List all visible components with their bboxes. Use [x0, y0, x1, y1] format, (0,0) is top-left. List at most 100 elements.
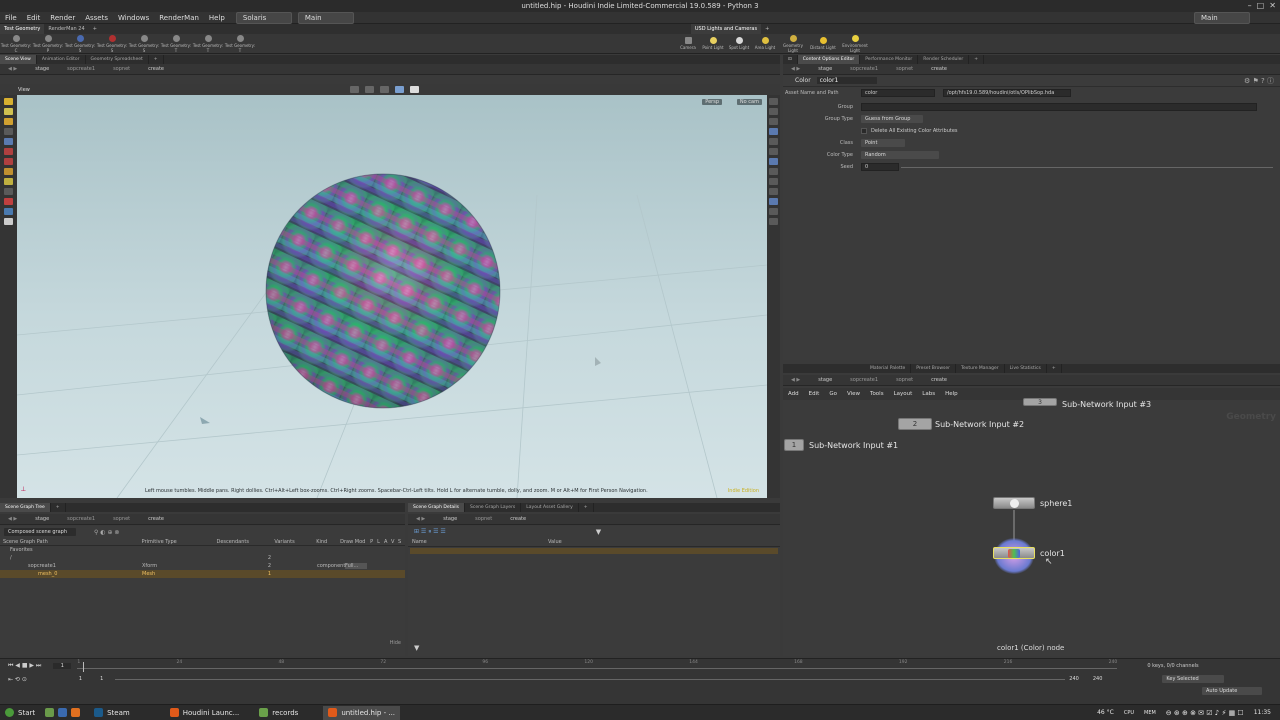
network-path-sopcreate[interactable]: sopcreate1 [842, 375, 888, 386]
shelf-tool-point-light[interactable]: Point Light [700, 34, 726, 54]
sg-col-p[interactable]: P [370, 539, 377, 545]
params-path-create[interactable]: create [923, 64, 957, 75]
shelf-tool-environment-light[interactable]: Environment Light [838, 34, 872, 54]
params-path-stage[interactable]: stage [810, 64, 842, 75]
shelf-tool-test-geometry-c[interactable]: Test Geometry: C [0, 34, 32, 54]
network-menu-help[interactable]: Help [940, 388, 963, 400]
class-dropdown[interactable]: Point [861, 139, 905, 147]
filter-icon[interactable]: ▼ [596, 528, 601, 536]
details-path-stage[interactable]: stage [435, 514, 467, 525]
sg-mode-dropdown[interactable]: Composed scene graph [4, 528, 76, 536]
sg-hide-button[interactable]: Hide [390, 640, 401, 646]
magnet-icon[interactable] [4, 158, 13, 165]
menu-renderman[interactable]: RenderMan [154, 12, 204, 24]
end-frame-field-2[interactable]: 240 [1093, 676, 1103, 682]
sg-col-kind[interactable]: Kind [316, 539, 340, 545]
sg-col-draw[interactable]: Draw Mod [340, 539, 370, 545]
group-field[interactable] [861, 103, 1257, 111]
home-icon[interactable] [769, 118, 778, 125]
sg-row-mesh[interactable]: mesh_0 Mesh 1 [0, 570, 405, 578]
color1-node[interactable] [993, 547, 1035, 559]
path-stage[interactable]: stage [27, 64, 59, 75]
sg-path-stage[interactable]: stage [27, 514, 59, 525]
transform-icon[interactable] [4, 108, 13, 115]
network-menu-edit[interactable]: Edit [804, 388, 825, 400]
network-menu-tools[interactable]: Tools [865, 388, 889, 400]
sg-row-root[interactable]: / 2 [0, 554, 405, 562]
move-tool-icon[interactable] [365, 86, 374, 93]
sg-col-variants[interactable]: Variants [274, 539, 316, 545]
network-path-stage[interactable]: stage [810, 375, 842, 386]
sg-col-desc[interactable]: Descendants [216, 539, 274, 545]
scale-tool-icon[interactable] [395, 86, 404, 93]
params-path-sopcreate[interactable]: sopcreate1 [842, 64, 888, 75]
tab-sg-layers[interactable]: Scene Graph Layers [465, 503, 522, 512]
quick-launch[interactable] [40, 706, 89, 720]
tab-preset-browser[interactable]: Preset Browser [911, 364, 956, 373]
shelf-tab-renderman[interactable]: RenderMan 24 [44, 24, 88, 34]
shelf-tool-test-geometry-p[interactable]: Test Geometry: P [32, 34, 64, 54]
shelf-tool-test-geometry-t2[interactable]: Test Geometry: T [192, 34, 224, 54]
key-mode-dropdown[interactable]: Key Selected [1162, 675, 1225, 683]
playhead[interactable] [83, 662, 85, 672]
sg-col-type[interactable]: Primitive Type [142, 539, 217, 545]
persp-menu[interactable]: Persp [702, 99, 722, 105]
sg-tools-icon[interactable]: ⚲ ◐ ⊕ ⊗ [94, 529, 119, 536]
menu-help[interactable]: Help [204, 12, 230, 24]
sg-path-create[interactable]: create [140, 514, 174, 525]
node-name-field[interactable]: color1 [816, 77, 877, 84]
persp-icon[interactable] [769, 108, 778, 115]
normals-icon[interactable] [769, 178, 778, 185]
rotate-tool-icon[interactable] [380, 86, 389, 93]
timeline-scrubber[interactable]: 1 24 48 72 96 120 144 168 192 216 240 [77, 660, 1137, 672]
add-shelf-icon[interactable]: + [89, 24, 101, 34]
range-slider[interactable] [115, 678, 1066, 680]
sg-col-s[interactable]: S [398, 539, 405, 545]
add-tab-sg-icon[interactable]: + [51, 503, 66, 512]
tab-live-statistics[interactable]: Live Statistics [1005, 364, 1047, 373]
shelf-tool-test-geometry-t1[interactable]: Test Geometry: T [160, 34, 192, 54]
camera-view-icon[interactable] [4, 208, 13, 215]
details-col-value[interactable]: Value [548, 539, 562, 545]
pose-icon[interactable] [4, 118, 13, 125]
wire-icon[interactable] [769, 138, 778, 145]
tab-material-palette[interactable]: Material Palette [865, 364, 912, 373]
sg-col-path[interactable]: Scene Graph Path [0, 539, 142, 545]
network-menu-add[interactable]: Add [783, 388, 804, 400]
network-menu-view[interactable]: View [842, 388, 865, 400]
lock-icon[interactable] [769, 98, 778, 105]
delete-attrs-checkbox[interactable] [861, 128, 867, 134]
params-gear-icon[interactable]: ⚙ ⚑ ? ⓘ [1244, 76, 1274, 86]
menu-windows[interactable]: Windows [113, 12, 154, 24]
asset-name-field[interactable]: color [861, 89, 935, 97]
details-back-icon[interactable]: ◀ ▶ [408, 514, 435, 525]
current-frame-field[interactable]: 1 [53, 663, 72, 669]
brush-icon[interactable] [4, 168, 13, 175]
view-icon[interactable] [4, 128, 13, 135]
window-controls[interactable]: – □ ✕ [1248, 1, 1276, 10]
sg-back-icon[interactable]: ◀ ▶ [0, 514, 27, 525]
stop-icon[interactable] [4, 198, 13, 205]
tab-texture-manager[interactable]: Texture Manager [956, 364, 1005, 373]
sphere1-node[interactable] [993, 497, 1035, 509]
handle-icon[interactable] [4, 138, 13, 145]
path-sopcreate[interactable]: sopcreate1 [59, 64, 105, 75]
camera-menu[interactable]: No cam [736, 99, 762, 105]
network-menu-layout[interactable]: Layout [889, 388, 918, 400]
sg-col-a[interactable]: A [384, 539, 391, 545]
auto-update-dropdown[interactable]: Auto Update [1202, 687, 1262, 695]
shelf-tool-test-geometry-s3[interactable]: Test Geometry: S [128, 34, 160, 54]
network-menu-labs[interactable]: Labs [917, 388, 940, 400]
shading-icon[interactable] [769, 128, 778, 135]
lighting-icon[interactable] [769, 198, 778, 205]
seed-field[interactable]: 0 [861, 163, 899, 171]
ghost-icon[interactable] [769, 148, 778, 155]
shelf-tool-test-geometry-s1[interactable]: Test Geometry: S [64, 34, 96, 54]
sg-col-v[interactable]: V [391, 539, 398, 545]
details-filter-icon[interactable]: ▼ [414, 644, 419, 652]
shelf-tool-test-geometry-s2[interactable]: Test Geometry: S [96, 34, 128, 54]
range-controls-icon[interactable]: ⇤ ⟲ ⊙ [8, 676, 27, 683]
select-tool-icon[interactable] [350, 86, 359, 93]
display-options-icon[interactable] [769, 158, 778, 165]
params-back-icon[interactable]: ◀ ▶ [783, 64, 810, 75]
